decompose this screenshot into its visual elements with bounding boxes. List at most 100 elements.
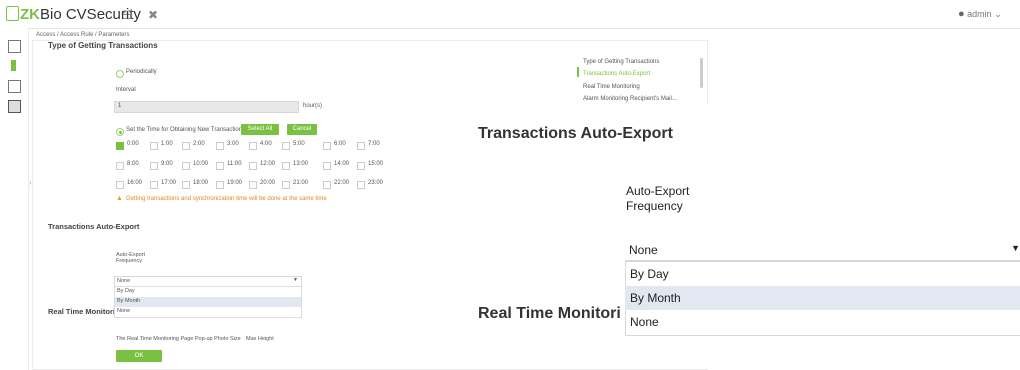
time-checkbox[interactable] — [282, 162, 290, 170]
time-checkbox[interactable] — [357, 162, 365, 170]
nav-item-alarm-mail[interactable]: Alarm Monitoring Recipient's Mail... — [583, 96, 677, 102]
right-nav: Type of Getting Transactions Transaction… — [577, 55, 700, 105]
time-checkbox[interactable] — [150, 162, 158, 170]
interval-unit: hour(s) — [303, 103, 323, 109]
time-checkbox[interactable] — [116, 162, 124, 170]
time-label: 7:00 — [368, 141, 380, 147]
time-label: 8:00 — [127, 161, 139, 167]
user-menu[interactable]: ● admin ⌄ — [958, 8, 1002, 20]
time-label: 0:00 — [127, 141, 139, 147]
ok-button[interactable]: OK — [116, 350, 162, 362]
time-checkbox[interactable] — [323, 181, 331, 189]
app-logo[interactable]: ZKBio CVSecurity — [6, 6, 141, 23]
option-none-small[interactable]: None — [117, 308, 130, 314]
auto-export-options-small: By Day By Month None — [114, 286, 302, 318]
time-checkbox[interactable] — [150, 142, 158, 150]
grid-menu-icon[interactable]: ☷ — [122, 8, 133, 22]
time-label: 18:00 — [193, 180, 209, 186]
nav-item-auto-export[interactable]: Transactions Auto-Export — [583, 71, 650, 77]
auto-export-label-zoom-2: Frequency — [626, 199, 683, 213]
time-checkbox[interactable] — [116, 142, 124, 150]
option-highlight-small — [115, 297, 301, 307]
door-icon[interactable] — [11, 60, 16, 71]
time-checkbox[interactable] — [323, 142, 331, 150]
max-height-label: Max Height — [246, 336, 274, 342]
document-icon[interactable] — [8, 40, 21, 53]
time-label: 19:00 — [227, 180, 243, 186]
warning-text: Getting transactions and synchronization… — [126, 196, 327, 202]
auto-export-title-zoom: Transactions Auto-Export — [478, 125, 673, 142]
time-label: 23:00 — [368, 180, 384, 186]
time-checkbox[interactable] — [116, 181, 124, 189]
time-checkbox[interactable] — [182, 162, 190, 170]
cancel-button[interactable]: Cancel — [287, 124, 317, 135]
time-checkbox[interactable] — [182, 142, 190, 150]
time-label: 21:00 — [293, 180, 309, 186]
breadcrumb: Access / Access Rule / Parameters — [36, 32, 130, 38]
option-by-month-small[interactable]: By Month — [117, 298, 140, 304]
nav-item-real-time[interactable]: Real Time Monitoring — [583, 84, 640, 90]
settings-tool-icon[interactable]: ✖ — [148, 8, 158, 22]
time-checkbox[interactable] — [323, 162, 331, 170]
auto-export-label-small-2: Frequency — [116, 258, 142, 264]
exit-icon[interactable] — [8, 80, 21, 93]
option-by-month-zoom[interactable]: By Month — [625, 286, 1020, 310]
time-label: 14:00 — [334, 161, 350, 167]
nav-scrollbar[interactable] — [700, 58, 703, 88]
time-label: 5:00 — [293, 141, 305, 147]
time-label: 16:00 — [127, 180, 143, 186]
report-icon[interactable] — [8, 100, 21, 113]
set-time-radio[interactable] — [116, 128, 124, 136]
time-label: 1:00 — [161, 141, 173, 147]
time-label: 22:00 — [334, 180, 350, 186]
logo-icon — [6, 6, 19, 21]
time-checkbox[interactable] — [150, 181, 158, 189]
time-label: 6:00 — [334, 141, 346, 147]
time-label: 9:00 — [161, 161, 173, 167]
option-by-day-small[interactable]: By Day — [117, 288, 135, 294]
time-checkbox[interactable] — [216, 181, 224, 189]
time-checkbox[interactable] — [357, 142, 365, 150]
periodically-label: Periodically — [126, 69, 157, 75]
time-label: 17:00 — [161, 180, 177, 186]
time-label: 15:00 — [368, 161, 384, 167]
warning-icon: ▲ — [116, 195, 123, 202]
chevron-down-icon: ⌄ — [994, 9, 1002, 19]
dropdown-arrow-icon-zoom: ▼ — [1011, 243, 1020, 253]
time-label: 3:00 — [227, 141, 239, 147]
time-label: 4:00 — [260, 141, 272, 147]
time-checkbox[interactable] — [249, 181, 257, 189]
option-none-zoom[interactable]: None — [625, 310, 1020, 334]
time-checkbox[interactable] — [249, 142, 257, 150]
section-title-transactions: Type of Getting Transactions — [48, 41, 158, 50]
collapse-arrow-icon[interactable]: › — [29, 180, 31, 187]
auto-export-select-zoom[interactable]: None ▼ — [625, 240, 1020, 261]
time-label: 10:00 — [193, 161, 209, 167]
time-label: 2:00 — [193, 141, 205, 147]
time-checkbox[interactable] — [249, 162, 257, 170]
interval-input[interactable]: 1 — [114, 101, 299, 113]
dropdown-arrow-icon: ▼ — [293, 277, 298, 283]
nav-active-marker — [577, 67, 579, 77]
time-checkbox[interactable] — [282, 142, 290, 150]
real-time-title-zoom: Real Time Monitori — [478, 305, 621, 322]
select-all-button[interactable]: Select All — [241, 124, 279, 135]
time-label: 13:00 — [293, 161, 309, 167]
option-by-day-zoom[interactable]: By Day — [625, 262, 1020, 286]
nav-item-type-of-getting[interactable]: Type of Getting Transactions — [583, 59, 659, 65]
set-time-label: Set the Time for Obtaining New Transacti… — [126, 127, 246, 133]
time-checkbox[interactable] — [357, 181, 365, 189]
real-time-title-small: Real Time Monitoring — [48, 307, 114, 316]
photo-size-label: The Real Time Monitoring Page Pop-up Pho… — [116, 336, 241, 342]
time-checkbox[interactable] — [216, 142, 224, 150]
time-checkbox[interactable] — [182, 181, 190, 189]
periodically-radio[interactable] — [116, 70, 124, 78]
time-label: 12:00 — [260, 161, 276, 167]
time-checkbox[interactable] — [282, 181, 290, 189]
time-label: 20:00 — [260, 180, 276, 186]
time-checkbox[interactable] — [216, 162, 224, 170]
user-icon: ● — [958, 8, 965, 20]
interval-label: Interval — [116, 87, 136, 93]
auto-export-label-zoom-1: Auto-Export — [626, 184, 690, 198]
time-label: 11:00 — [227, 161, 242, 167]
